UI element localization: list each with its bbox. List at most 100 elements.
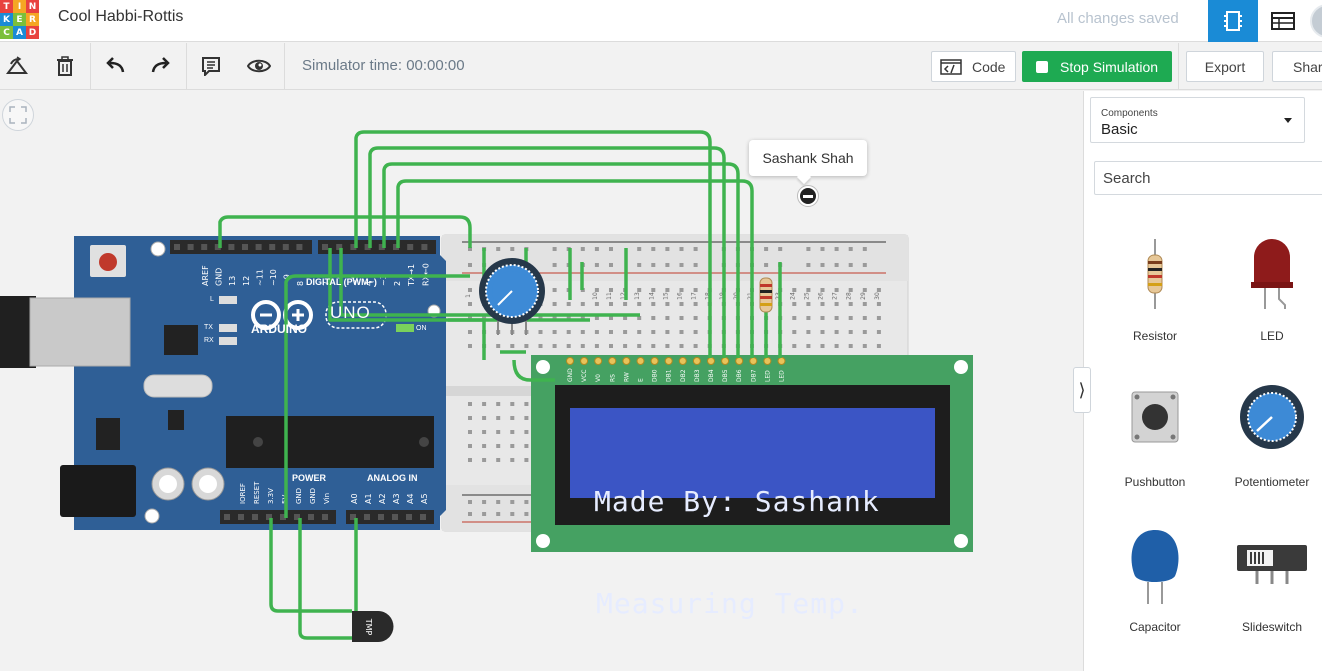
stop-simulation-button[interactable]: Stop Simulation: [1022, 51, 1172, 82]
share-button-label: Shar: [1293, 58, 1322, 75]
components-dropdown[interactable]: Components Basic: [1090, 97, 1305, 143]
pin-label: GND: [295, 488, 303, 504]
breadboard-hole: [552, 302, 557, 306]
breadboard-hole: [806, 316, 811, 320]
pin-label: A0: [350, 493, 359, 504]
logo-letter: K: [0, 13, 13, 26]
breadboard-hole: [510, 344, 515, 348]
header-pin: [187, 244, 194, 250]
breadboard-hole: [468, 458, 472, 462]
breadboard-hole: [468, 402, 472, 406]
header-pin: [407, 244, 414, 250]
pin-label: 13: [228, 276, 237, 286]
tinkercad-logo[interactable]: T I N K E R C A D: [0, 0, 39, 40]
tx-label: TX: [204, 324, 213, 331]
breadboard-hole: [820, 316, 825, 320]
component-search[interactable]: [1094, 161, 1322, 195]
lcd-pin: [580, 357, 589, 365]
pin-label: A1: [364, 493, 373, 504]
header-pin: [406, 514, 412, 520]
breadboard-hole: [496, 402, 501, 406]
breadboard-hole: [496, 444, 501, 448]
pin-label: ~11: [255, 269, 264, 286]
component-label: Capacitor: [1129, 620, 1181, 634]
reset-button: [99, 253, 117, 271]
lcd-pin: [608, 357, 617, 365]
breadboard-hole: [651, 247, 656, 251]
breadboard-hole: [665, 288, 670, 292]
component-resistor[interactable]: Resistor: [1100, 229, 1210, 349]
slideswitch-icon: [1237, 545, 1307, 584]
components-list-button[interactable]: [1258, 0, 1308, 42]
export-button[interactable]: Export: [1186, 51, 1264, 82]
breadboard-hole: [679, 263, 684, 267]
arduino-brand: ARDUINO: [251, 322, 307, 336]
breadboard-hole: [510, 458, 515, 462]
header-pin: [420, 514, 426, 520]
simulator-time: Simulator time: 00:00:00: [302, 57, 465, 74]
lcd-pin-label: DB0: [652, 369, 659, 382]
breadboard-hole: [693, 288, 698, 292]
redo-icon: [151, 57, 170, 73]
breadboard-hole: [510, 247, 515, 251]
on-led-label: ON: [416, 325, 427, 332]
breadboard-hole: [651, 263, 656, 267]
breadboard-hole: [862, 316, 867, 320]
breadboard-hole: [468, 416, 472, 420]
delete-button[interactable]: [48, 51, 82, 81]
component-potentiometer[interactable]: Potentiometer: [1217, 375, 1322, 495]
breadboard-hole: [524, 430, 529, 434]
circuit-canvas[interactable]: 1510111213141516171819202122232425262728…: [0, 91, 1082, 671]
design-title[interactable]: Cool Habbi-Rottis: [58, 8, 183, 26]
visibility-button[interactable]: [242, 51, 276, 81]
breadboard-hole: [637, 330, 642, 334]
logo-letter: T: [0, 0, 13, 13]
code-button[interactable]: Code: [931, 51, 1016, 82]
resistor-icon: [1147, 239, 1163, 309]
breadboard-hole: [862, 263, 867, 267]
breadboard-hole: [496, 500, 501, 504]
share-button[interactable]: Shar: [1272, 51, 1322, 82]
breadboard-hole: [524, 444, 529, 448]
breadboard-hole: [848, 344, 853, 348]
temperature-sensor[interactable]: TMP: [352, 611, 394, 642]
rotate-button[interactable]: [0, 51, 34, 81]
notes-button[interactable]: [194, 51, 228, 81]
breadboard-column-label: 24: [789, 292, 796, 300]
digital-pwm-label: DIGITAL (PWM~): [306, 277, 377, 287]
component-capacitor[interactable]: Capacitor: [1100, 520, 1210, 640]
header-pin: [242, 244, 248, 250]
breadboard-hole: [764, 247, 769, 251]
breadboard-hole: [806, 288, 811, 292]
chip: [164, 325, 198, 355]
pin-label: 3.3V: [267, 488, 275, 504]
search-input[interactable]: [1095, 162, 1295, 194]
undo-button[interactable]: [98, 51, 132, 81]
power-header: [220, 510, 336, 524]
component-label: LED: [1260, 329, 1284, 343]
breadboard-column-label: 28: [846, 292, 853, 300]
lcd-pin: [749, 357, 758, 365]
breadboard-hole: [820, 344, 825, 348]
lcd-pin-label: GND: [567, 368, 574, 382]
circuit-view-button[interactable]: [1208, 0, 1258, 42]
collaborator-cursor[interactable]: [797, 185, 819, 207]
component-led[interactable]: LED: [1217, 229, 1322, 349]
resistor[interactable]: [759, 277, 773, 313]
breadboard-hole: [482, 402, 487, 406]
breadboard-hole: [496, 512, 501, 516]
component-label: Resistor: [1132, 329, 1177, 343]
breadboard-column-label: 26: [818, 292, 825, 300]
breadboard-hole: [468, 500, 472, 504]
toolbar: Simulator time: 00:00:00 Code Stop Simul…: [0, 43, 1322, 90]
wire: [298, 518, 352, 640]
breadboard-hole: [876, 316, 881, 320]
component-slideswitch[interactable]: Slideswitch: [1217, 520, 1322, 640]
component-pushbutton[interactable]: Pushbutton: [1100, 375, 1210, 495]
arduino-uno[interactable]: AREF GND 13 12 ~11 ~10 ~9 8 7 ~6 ~5 4 ~3 2 TX→1 RX←0IOR…: [0, 236, 446, 530]
logo-letter: R: [26, 13, 39, 26]
panel-collapse-button[interactable]: ⟩: [1073, 367, 1091, 413]
redo-button[interactable]: [144, 51, 178, 81]
pin-label: A3: [392, 493, 401, 504]
user-avatar[interactable]: [1310, 4, 1322, 38]
